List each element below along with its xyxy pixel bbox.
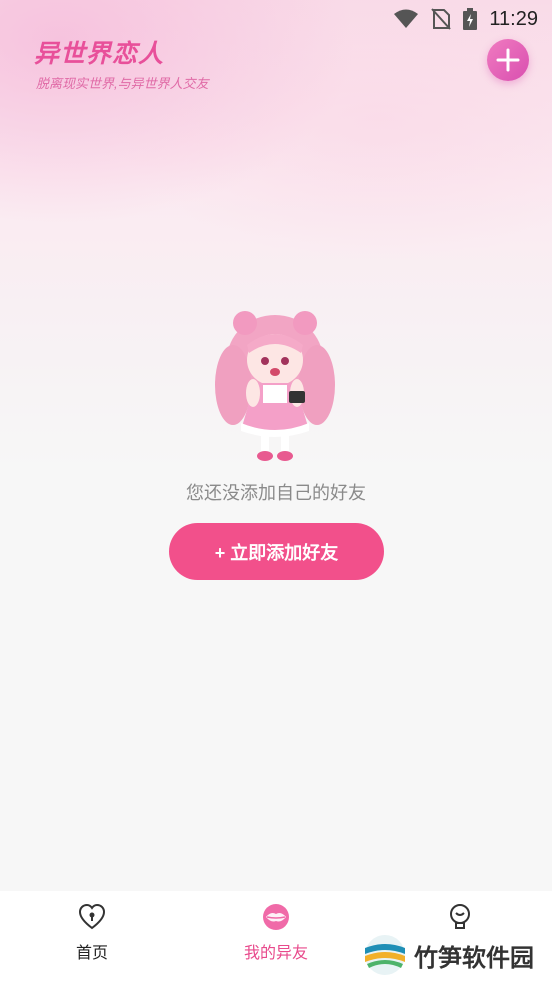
heart-lock-icon bbox=[78, 903, 106, 930]
battery-charging-icon bbox=[463, 8, 478, 30]
wifi-icon bbox=[394, 9, 419, 28]
add-friend-button[interactable]: + 立即添加好友 bbox=[169, 523, 384, 580]
lips-icon bbox=[263, 904, 289, 930]
bamboo-logo-icon bbox=[365, 935, 405, 975]
app-subtitle: 脱离现实世界,与异世界人交友 bbox=[36, 76, 209, 91]
status-bar: 11:29 bbox=[0, 0, 552, 38]
nav-label-my-friends: 我的异友 bbox=[243, 945, 308, 962]
empty-state-message: 您还没添加自己的好友 bbox=[186, 483, 366, 503]
nav-item-home[interactable]: 首页 bbox=[32, 903, 152, 963]
nav-item-my-friends[interactable]: 我的异友 bbox=[216, 903, 336, 963]
bulb-icon bbox=[450, 904, 470, 929]
status-time: 11:29 bbox=[489, 7, 538, 30]
nav-label-home: 首页 bbox=[75, 945, 108, 962]
watermark: 竹笋软件园 bbox=[364, 934, 534, 976]
mascot-illustration bbox=[215, 311, 335, 461]
watermark-text: 竹笋软件园 bbox=[414, 944, 534, 972]
app-title: 异世界恋人 bbox=[34, 40, 165, 68]
add-friend-fab[interactable] bbox=[487, 39, 529, 81]
no-sim-icon bbox=[431, 8, 452, 30]
plus-icon bbox=[496, 48, 520, 72]
